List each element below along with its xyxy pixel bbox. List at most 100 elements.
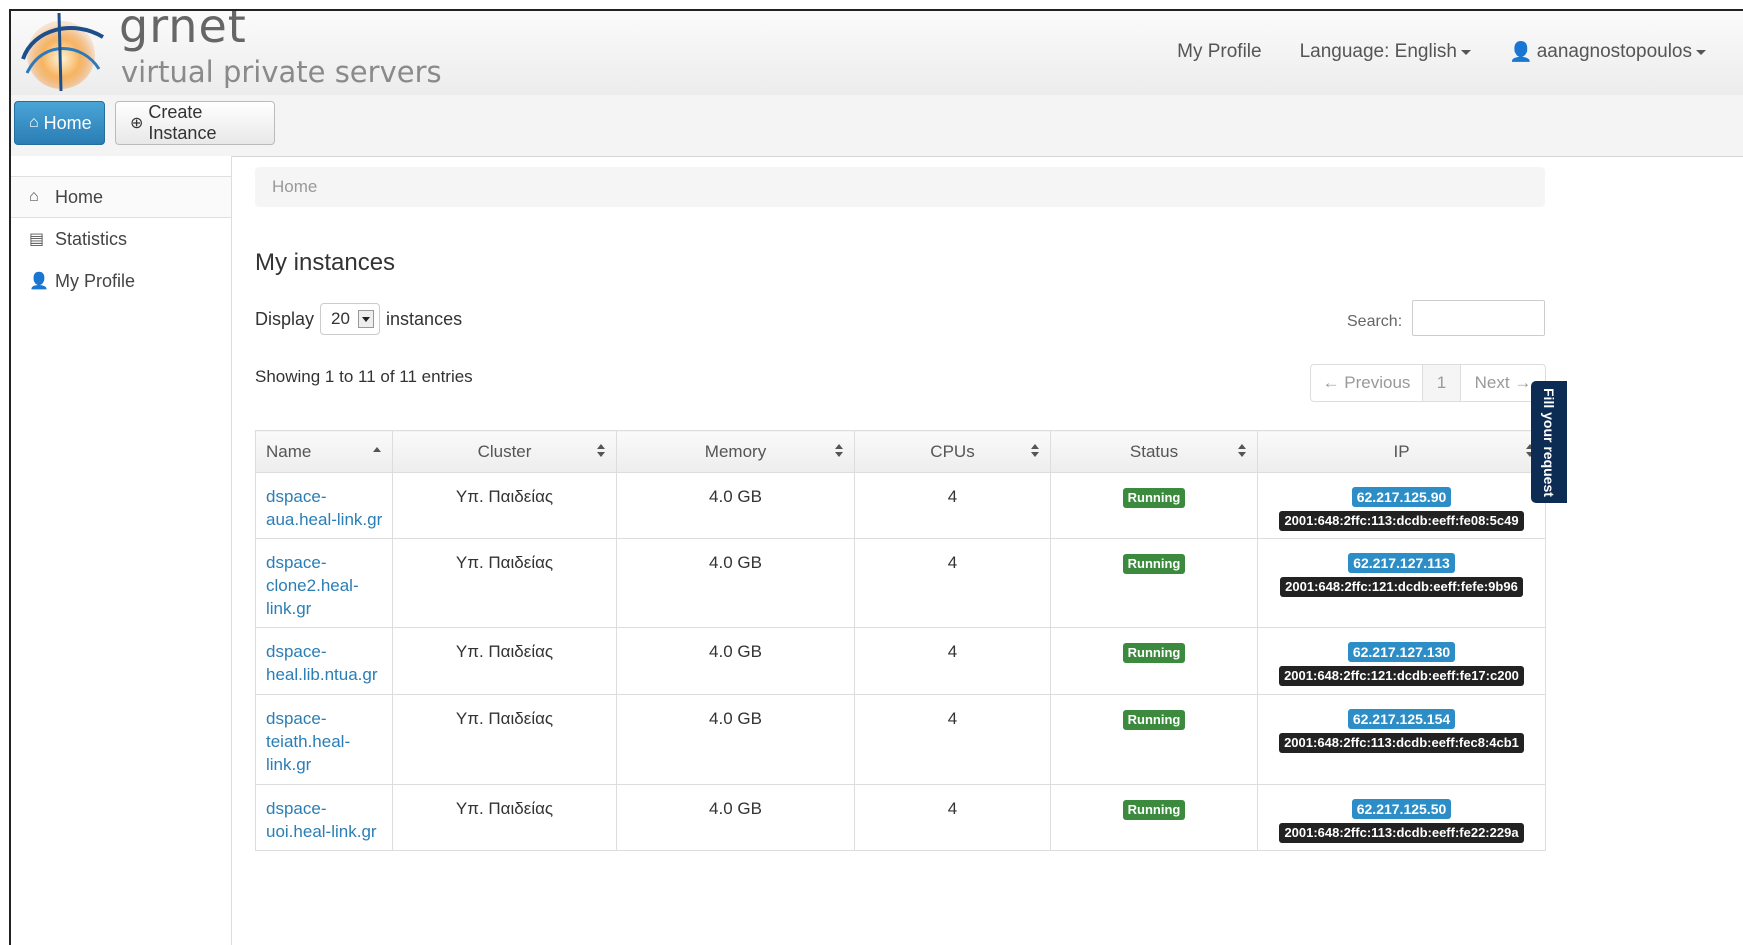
sort-icon	[1237, 444, 1247, 460]
my-profile-link[interactable]: My Profile	[1177, 41, 1261, 63]
instance-link[interactable]: dspace-teiath.heal-link.gr	[266, 709, 350, 774]
column-header-cpus[interactable]: CPUs	[854, 430, 1051, 473]
cpus-cell: 4	[854, 472, 1051, 539]
previous-page-button[interactable]: ← Previous	[1311, 365, 1423, 401]
user-name: aanagnostopoulos	[1536, 41, 1692, 62]
ipv6-badge: 2001:648:2ffc:121:dcdb:eeff:fe17:c200	[1279, 666, 1524, 686]
status-badge: Running	[1122, 643, 1186, 663]
sort-icon	[834, 444, 844, 460]
home-button[interactable]: ⌂ Home	[14, 101, 105, 145]
toolbar: ⌂ Home ⊕ Create Instance	[11, 95, 1743, 157]
status-badge: Running	[1122, 554, 1186, 574]
instance-link[interactable]: dspace-aua.heal-link.gr	[266, 487, 382, 529]
memory-cell: 4.0 GB	[616, 784, 855, 851]
instance-name-cell: dspace-clone2.heal-link.gr	[255, 538, 393, 628]
display-prefix: Display	[255, 308, 315, 329]
instance-name-cell: dspace-teiath.heal-link.gr	[255, 694, 393, 785]
breadcrumb-home[interactable]: Home	[272, 177, 317, 196]
breadcrumb: Home	[255, 167, 1545, 207]
ip-cell: 62.217.125.154 2001:648:2ffc:113:dcdb:eef…	[1257, 694, 1546, 785]
column-header-memory[interactable]: Memory	[616, 430, 855, 473]
column-header-ip[interactable]: IP	[1257, 430, 1546, 473]
ipv6-badge: 2001:648:2ffc:113:dcdb:eeff:fe08:5c49	[1279, 511, 1524, 531]
ip-cell: 62.217.125.50 2001:648:2ffc:113:dcdb:eeff…	[1257, 784, 1546, 851]
search-label: Search:	[1347, 313, 1403, 330]
instance-name-cell: dspace-aua.heal-link.gr	[255, 472, 393, 539]
cpus-cell: 4	[854, 627, 1051, 695]
app-window: grnet virtual private servers My Profile…	[9, 9, 1743, 945]
sort-icon	[596, 444, 606, 460]
column-header-label: Name	[266, 441, 312, 461]
feedback-tab[interactable]: Fill your request	[1531, 381, 1567, 503]
instance-link[interactable]: dspace-uoi.heal-link.gr	[266, 799, 377, 841]
column-header-label: IP	[1393, 441, 1410, 461]
cluster-cell: Υπ. Παιδείας	[392, 472, 617, 539]
user-menu[interactable]: 👤 aanagnostopoulos	[1509, 40, 1706, 64]
table-info: Showing 1 to 11 of 11 entries	[255, 367, 473, 386]
ipv4-badge: 62.217.127.113	[1348, 553, 1455, 573]
table-row: dspace-uoi.heal-link.gr Υπ. Παιδείας 4.0…	[255, 784, 1546, 851]
page-title: My instances	[255, 249, 396, 276]
sidebar-item-statistics[interactable]: ▤ Statistics	[11, 218, 231, 260]
memory-cell: 4.0 GB	[616, 538, 855, 628]
instance-name-cell: dspace-heal.lib.ntua.gr	[255, 627, 393, 695]
instances-table: Name Cluster Memory CPUs Status IP dspac…	[255, 430, 1546, 851]
status-cell: Running	[1050, 694, 1258, 785]
home-button-label: Home	[43, 112, 92, 133]
top-navigation: My Profile Language: English 👤 aanagnosto…	[1177, 35, 1743, 69]
page-length-select[interactable]: 20	[320, 303, 381, 335]
table-row: dspace-heal.lib.ntua.gr Υπ. Παιδείας 4.0…	[255, 627, 1546, 695]
ipv4-badge: 62.217.127.130	[1347, 642, 1456, 662]
language-dropdown[interactable]: Language: English	[1300, 41, 1472, 63]
memory-cell: 4.0 GB	[616, 627, 855, 695]
sidebar-item-home[interactable]: ⌂ Home	[11, 176, 231, 218]
chevron-down-icon	[357, 310, 374, 328]
ip-cell: 62.217.125.90 2001:648:2ffc:113:dcdb:eeff…	[1257, 472, 1546, 539]
status-badge: Running	[1122, 710, 1186, 730]
status-cell: Running	[1050, 538, 1258, 628]
ipv6-badge: 2001:648:2ffc:121:dcdb:eeff:fefe:9b96	[1280, 577, 1523, 597]
user-icon: 👤	[1509, 42, 1533, 63]
cpus-cell: 4	[854, 784, 1051, 851]
status-cell: Running	[1050, 472, 1258, 539]
display-suffix: instances	[386, 308, 463, 329]
sidebar-item-my-profile[interactable]: 👤 My Profile	[11, 260, 231, 302]
ipv6-badge: 2001:648:2ffc:113:dcdb:eeff:fec8:4cb1	[1279, 733, 1524, 753]
ipv6-badge: 2001:648:2ffc:113:dcdb:eeff:fe22:229a	[1279, 823, 1524, 843]
search-input[interactable]	[1412, 300, 1545, 336]
status-cell: Running	[1050, 627, 1258, 695]
status-badge: Running	[1122, 488, 1186, 508]
sidebar: ⌂ Home ▤ Statistics 👤 My Profile	[11, 156, 232, 945]
grnet-logo-icon	[21, 12, 105, 92]
create-instance-label: Create Instance	[148, 102, 217, 143]
column-header-label: CPUs	[930, 441, 975, 461]
ipv4-badge: 62.217.125.50	[1351, 799, 1452, 819]
status-cell: Running	[1050, 784, 1258, 851]
column-header-label: Memory	[704, 441, 767, 461]
home-icon: ⌂	[29, 114, 39, 131]
cluster-cell: Υπ. Παιδείας	[392, 694, 617, 785]
header: grnet virtual private servers My Profile…	[11, 11, 1743, 96]
cluster-cell: Υπ. Παιδείας	[392, 784, 617, 851]
ip-cell: 62.217.127.130 2001:648:2ffc:121:dcdb:eef…	[1257, 627, 1546, 695]
create-instance-button[interactable]: ⊕ Create Instance	[115, 101, 275, 145]
home-icon: ⌂	[29, 188, 39, 205]
sidebar-item-label: Statistics	[55, 228, 128, 249]
column-header-label: Cluster	[477, 441, 532, 461]
user-icon: 👤	[29, 273, 49, 290]
cpus-cell: 4	[854, 538, 1051, 628]
ipv4-badge: 62.217.125.154	[1347, 709, 1456, 729]
sort-icon	[1030, 444, 1040, 460]
instance-link[interactable]: dspace-clone2.heal-link.gr	[266, 553, 359, 618]
ipv4-badge: 62.217.125.90	[1351, 487, 1452, 507]
sort-asc-icon	[372, 444, 382, 460]
page-length-value: 20	[331, 309, 350, 328]
page-1-button[interactable]: 1	[1423, 365, 1461, 401]
brand-name: grnet	[119, 9, 247, 53]
instance-link[interactable]: dspace-heal.lib.ntua.gr	[266, 642, 378, 684]
column-header-name[interactable]: Name	[255, 430, 393, 473]
instance-name-cell: dspace-uoi.heal-link.gr	[255, 784, 393, 851]
column-header-cluster[interactable]: Cluster	[392, 430, 617, 473]
cpus-cell: 4	[854, 694, 1051, 785]
column-header-status[interactable]: Status	[1050, 430, 1258, 473]
